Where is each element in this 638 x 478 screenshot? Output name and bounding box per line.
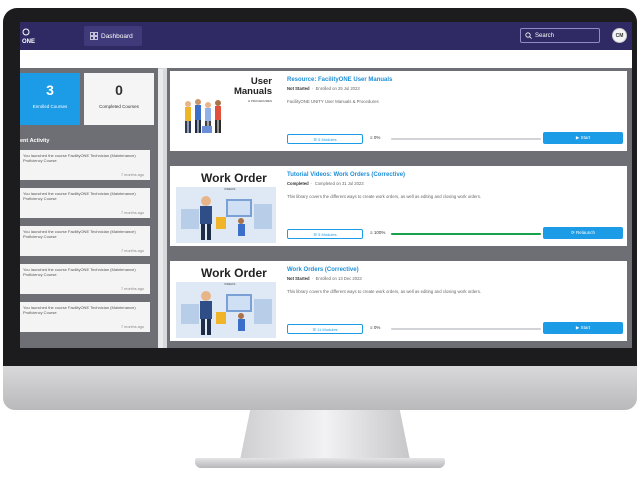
modules-button[interactable]: ☰ 5 Modules	[287, 229, 363, 239]
progress-percent-value: 100%	[373, 230, 386, 235]
screen: ONE Dashboard Search CM 3 Enrolled Cours…	[20, 22, 632, 348]
app-logo[interactable]: ONE	[22, 28, 35, 46]
progress-bar	[391, 328, 541, 330]
sub-header-bar	[20, 50, 632, 69]
enrolled-count: 3	[46, 82, 54, 98]
search-icon	[525, 32, 532, 39]
modules-button[interactable]: ☰ 11 Modules	[287, 324, 363, 334]
thumbnail-subtitle: VIDEOS	[224, 282, 236, 286]
progress-bar	[391, 138, 541, 140]
activity-time: 7 months ago	[120, 173, 144, 177]
action-label: Start	[580, 325, 591, 330]
progress-percent: ≡ 0%	[370, 325, 381, 330]
logo-text: ONE	[22, 39, 36, 45]
thumbnail-title: Work Order	[201, 266, 267, 280]
completed-label: Completed Courses	[99, 104, 139, 109]
activity-text: You launched the course FacilityONE Tech…	[23, 153, 136, 163]
activity-item[interactable]: You launched the course FacilityONE Tech…	[20, 150, 150, 180]
top-navigation-bar: ONE Dashboard Search CM	[20, 22, 632, 50]
left-panel: 3 Enrolled Courses 0 Completed Courses e…	[20, 68, 158, 348]
modules-label: 5 Modules	[318, 232, 337, 237]
thumbnail-title-line2: Manuals	[233, 86, 272, 97]
logo-icon	[22, 28, 30, 36]
progress-fill	[391, 233, 541, 235]
course-list: User Manuals & PROCEDURES Resource: Facil…	[167, 68, 632, 348]
start-button[interactable]: ▶ Start	[543, 322, 623, 334]
dashboard-label: Dashboard	[101, 32, 133, 40]
course-title[interactable]: Tutorial Videos: Work Orders (Corrective…	[287, 172, 405, 178]
user-avatar[interactable]: CM	[612, 28, 627, 43]
activity-text: You launched the course FacilityONE Tech…	[23, 267, 136, 277]
search-label: Search	[535, 32, 555, 39]
thumbnail-subtitle: VIDEOS	[224, 187, 236, 191]
thumbnail-title: User Manuals	[234, 77, 272, 97]
completed-courses-card[interactable]: 0 Completed Courses	[84, 73, 154, 125]
progress-percent-value: 0%	[373, 325, 381, 330]
completed-count: 0	[115, 82, 123, 98]
course-description: This library covers the different ways t…	[287, 194, 482, 199]
activity-item[interactable]: You launched the course FacilityONE Tech…	[20, 226, 150, 256]
thumbnail-title: Work Order	[201, 171, 267, 185]
course-card: Work Order VIDEOS Work Orders (Correctiv…	[170, 261, 627, 341]
course-date: Enrolled on 13 Dec 2023	[315, 276, 362, 281]
activity-text: You launched the course FacilityONE Tech…	[23, 229, 136, 239]
course-status: Not Started	[287, 276, 310, 281]
progress-percent-value: 0%	[373, 135, 381, 140]
course-status-line: Completed · Completed on 31 Jul 2023	[287, 181, 364, 186]
start-button[interactable]: ▶ Start	[543, 132, 623, 144]
search-box[interactable]: Search	[520, 28, 600, 43]
dashboard-icon	[90, 32, 98, 40]
course-date: Completed on 31 Jul 2023	[314, 181, 364, 186]
progress-percent: ≡ 100%	[370, 230, 386, 235]
recent-activity-heading: ent Activity	[20, 138, 50, 144]
course-status: Not Started	[287, 86, 310, 91]
activity-time: 7 months ago	[120, 211, 144, 215]
course-title[interactable]: Work Orders (Corrective)	[287, 267, 359, 273]
activity-item[interactable]: You launched the course FacilityONE Tech…	[20, 264, 150, 294]
activity-time: 7 months ago	[120, 325, 144, 329]
modules-label: 11 Modules	[317, 327, 338, 332]
monitor-base	[195, 458, 445, 468]
course-card: Work Order VIDEOS Tutorial Videos: Work …	[170, 166, 627, 246]
thumbnail-subtitle: & PROCEDURES	[247, 99, 272, 103]
monitor-stand	[240, 410, 410, 460]
modules-button[interactable]: ☰ 5 Modules	[287, 134, 363, 144]
activity-time: 7 months ago	[120, 287, 144, 291]
progress-bar	[391, 233, 541, 235]
activity-text: You launched the course FacilityONE Tech…	[23, 305, 136, 315]
action-label: Relaunch	[576, 230, 596, 235]
course-status-line: Not Started · Enrolled on 13 Dec 2023	[287, 276, 362, 281]
course-status: Completed	[287, 181, 309, 186]
enrolled-label: Enrolled Courses	[32, 104, 68, 109]
activity-item[interactable]: You launched the course FacilityONE Tech…	[20, 302, 150, 332]
course-thumbnail: Work Order VIDEOS	[176, 264, 276, 338]
action-label: Start	[580, 135, 591, 140]
course-thumbnail: Work Order VIDEOS	[176, 169, 276, 243]
monitor-chin	[3, 366, 637, 410]
activity-item[interactable]: You launched the course FacilityONE Tech…	[20, 188, 150, 218]
activity-text: You launched the course FacilityONE Tech…	[23, 191, 136, 201]
course-status-line: Not Started · Enrolled on 25 Jul 2023	[287, 86, 360, 91]
course-card: User Manuals & PROCEDURES Resource: Facil…	[170, 71, 627, 151]
course-title[interactable]: Resource: FacilityONE User Manuals	[287, 77, 392, 83]
progress-percent: ≡ 0%	[370, 135, 381, 140]
course-thumbnail: User Manuals & PROCEDURES	[176, 74, 276, 148]
enrolled-courses-card[interactable]: 3 Enrolled Courses	[20, 73, 80, 125]
course-description: FacilityONE UNITY User Manuals & Procedu…	[287, 99, 379, 104]
course-date: Enrolled on 25 Jul 2023	[315, 86, 360, 91]
course-description: This library covers the different ways t…	[287, 289, 482, 294]
modules-label: 5 Modules	[318, 137, 337, 142]
activity-time: 7 months ago	[120, 249, 144, 253]
dashboard-nav-button[interactable]: Dashboard	[84, 26, 142, 46]
relaunch-button[interactable]: ⟳ Relaunch	[543, 227, 623, 239]
